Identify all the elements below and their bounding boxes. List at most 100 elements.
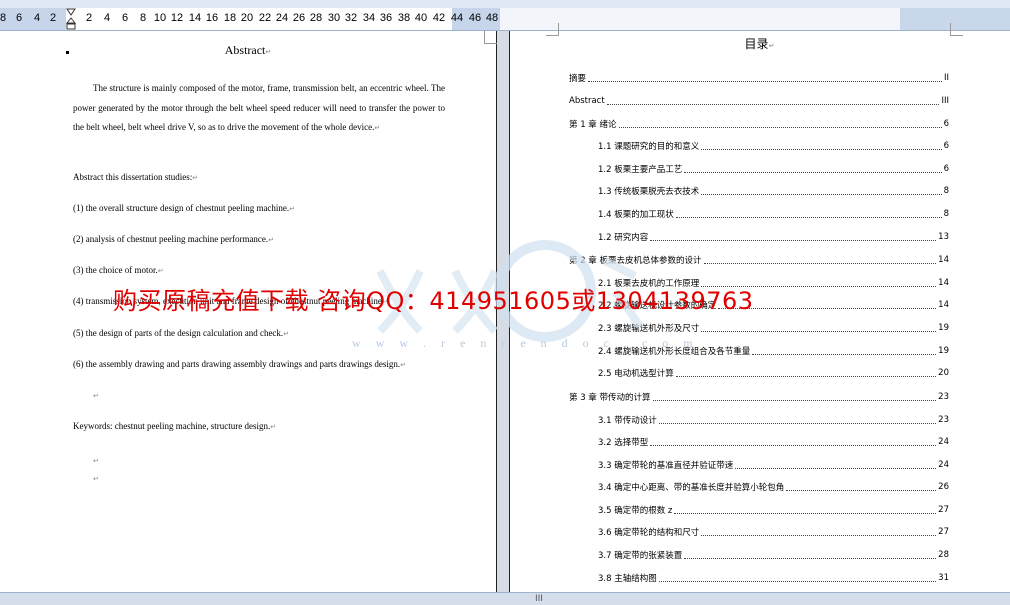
toc-leader-dots — [674, 512, 937, 514]
toc-entry[interactable]: 3.6 确定带轮的结构和尺寸 27 — [598, 525, 949, 539]
toc-entry-page: 24 — [938, 460, 949, 470]
toc-entry-text: 3.4 确定中心距离、带的基准长度并验算小轮包角 — [598, 483, 785, 493]
toc-leader-dots — [684, 171, 942, 173]
ruler-number: 4 — [103, 12, 111, 24]
toc-entry[interactable]: 2.5 电动机选型计算 20 — [598, 366, 949, 380]
toc-entry-text: 1.3 传统板栗脱壳去衣技术 — [598, 187, 700, 197]
toc-entry-page: 6 — [943, 119, 949, 129]
horizontal-scrollbar[interactable]: III — [0, 592, 1010, 605]
toc-leader-dots — [684, 557, 937, 559]
toc-entry-page: 8 — [943, 209, 949, 219]
toc-entry-page: 27 — [938, 527, 949, 537]
paragraph-mark: ↵ — [93, 475, 99, 483]
ruler-number: 30 — [327, 12, 341, 24]
toc-leader-dots — [701, 330, 937, 332]
document-view[interactable]: Abstract↵ The structure is mainly compos… — [0, 23, 1010, 592]
toc-leader-dots — [752, 353, 937, 355]
ruler-number: 8 — [0, 12, 7, 24]
toc-entry[interactable]: 3.5 确定带的根数 z 27 — [598, 503, 949, 517]
toc-entry-text: 1.1 课题研究的目的和意义 — [598, 142, 700, 152]
ruler-number: 10 — [153, 12, 167, 24]
toc-entry[interactable]: 3.4 确定中心距离、带的基准长度并验算小轮包角 26 — [598, 480, 949, 494]
toc-entry-text: 第 1 章 绪论 — [569, 120, 617, 130]
toc-leader-dots — [675, 216, 942, 218]
toc-entry-page: 14 — [938, 278, 949, 288]
toc-entry-text: Abstract — [569, 96, 605, 106]
ruler-number: 42 — [432, 12, 446, 24]
toc-entry-page: 20 — [938, 368, 949, 378]
toc-entry-page: 19 — [938, 323, 949, 333]
toc-leader-dots — [618, 126, 942, 128]
ruler-number: 40 — [414, 12, 428, 24]
toc-entry[interactable]: 第 3 章 带传动的计算 23 — [569, 390, 949, 404]
toc-entry[interactable]: 1.3 传统板栗脱壳去衣技术 8 — [598, 184, 949, 198]
abstract-line: (5) the design of parts of the design ca… — [73, 328, 290, 338]
indent-marker-icon[interactable] — [66, 8, 76, 30]
toc-entry[interactable]: 3.1 带传动设计 23 — [598, 413, 949, 427]
paragraph-mark: ↵ — [93, 392, 99, 400]
abstract-paragraph: The structure is mainly composed of the … — [73, 83, 445, 132]
toc-entry-page: II — [943, 73, 949, 83]
toc-leader-dots — [606, 103, 940, 105]
ruler-number: 48 — [485, 12, 499, 24]
toc-entry[interactable]: 1.2 研究内容 13 — [598, 230, 949, 244]
page-title: Abstract↵ — [224, 43, 272, 57]
toc-entry-text: 3.2 选择带型 — [598, 438, 649, 448]
ruler-number: 24 — [275, 12, 289, 24]
toc-entry-text: 3.6 确定带轮的结构和尺寸 — [598, 528, 700, 538]
toc-entry-page: 14 — [938, 255, 949, 265]
toc-entry-page: 23 — [938, 392, 949, 402]
toc-leader-dots — [735, 467, 937, 469]
ruler-number: 44 — [450, 12, 464, 24]
ruler-number: 18 — [223, 12, 237, 24]
ruler-number: 36 — [379, 12, 393, 24]
toc-entry-page: 26 — [938, 482, 949, 492]
ruler-number: 46 — [468, 12, 482, 24]
toc-title: 目录↵ — [744, 37, 775, 51]
ruler-number: 6 — [121, 12, 129, 24]
toc-entry[interactable]: 1.2 板栗主要产品工艺 6 — [598, 162, 949, 176]
toc-entry-page: 6 — [943, 141, 949, 151]
ruler-number: 32 — [344, 12, 358, 24]
ruler-number: 28 — [309, 12, 323, 24]
paragraph-mark: ↵ — [93, 457, 99, 465]
toc-entry[interactable]: 3.7 确定带的张紧装置 28 — [598, 548, 949, 562]
toc-entry-text: 3.1 带传动设计 — [598, 416, 657, 426]
toc-leader-dots — [652, 399, 937, 401]
toc-leader-dots — [658, 580, 937, 582]
toc-leader-dots — [675, 375, 937, 377]
toc-entry-page: 23 — [938, 415, 949, 425]
abstract-line: (1) the overall structure design of ches… — [73, 203, 296, 213]
horizontal-ruler[interactable]: 8 6 4 2 2 4 6 8 10 12 14 16 18 20 22 24 26 28 30 32 34 36 38 40… — [0, 8, 1010, 31]
toc-leader-dots — [588, 80, 942, 82]
toc-entry-page: III — [941, 96, 949, 106]
toc-entry[interactable]: 摘要 II — [569, 71, 949, 85]
ruler-number: 4 — [33, 12, 41, 24]
toc-leader-dots — [701, 193, 942, 195]
toc-entry-text: 3.8 主轴结构图 — [598, 574, 657, 584]
toc-leader-dots — [703, 262, 937, 264]
toc-entry-text: 2.5 电动机选型计算 — [598, 369, 674, 379]
toc-entry[interactable]: 3.3 确定带轮的基准直径并验证带速 24 — [598, 458, 949, 472]
toc-entry-page: 6 — [943, 164, 949, 174]
abstract-line: (6) the assembly drawing and parts drawi… — [73, 359, 407, 369]
ruler-number: 20 — [240, 12, 254, 24]
toc-entry-page: 24 — [938, 437, 949, 447]
toc-entry[interactable]: 2.3 螺旋输送机外形及尺寸 19 — [598, 321, 949, 335]
ruler-number: 38 — [397, 12, 411, 24]
toc-entry[interactable]: 第 1 章 绪论 6 — [569, 117, 949, 131]
abstract-line: (2) analysis of chestnut peeling machine… — [73, 234, 275, 244]
toc-entry[interactable]: 1.1 课题研究的目的和意义 6 — [598, 139, 949, 153]
splitter-grip-icon[interactable]: III — [535, 594, 543, 604]
ruler-number: 16 — [205, 12, 219, 24]
toc-entry-text: 3.7 确定带的张紧装置 — [598, 551, 683, 561]
ruler-number: 12 — [170, 12, 184, 24]
toc-entry[interactable]: 1.4 板栗的加工现状 8 — [598, 207, 949, 221]
toc-entry[interactable]: 3.2 选择带型 24 — [598, 435, 949, 449]
toc-entry[interactable]: Abstract III — [569, 94, 949, 108]
ruler-number: 2 — [85, 12, 93, 24]
toc-entry-page: 13 — [938, 232, 949, 242]
abstract-line: Abstract this dissertation studies:↵ — [73, 172, 199, 182]
toc-leader-dots — [701, 148, 942, 150]
toc-entry[interactable]: 3.8 主轴结构图 31 — [598, 571, 949, 585]
